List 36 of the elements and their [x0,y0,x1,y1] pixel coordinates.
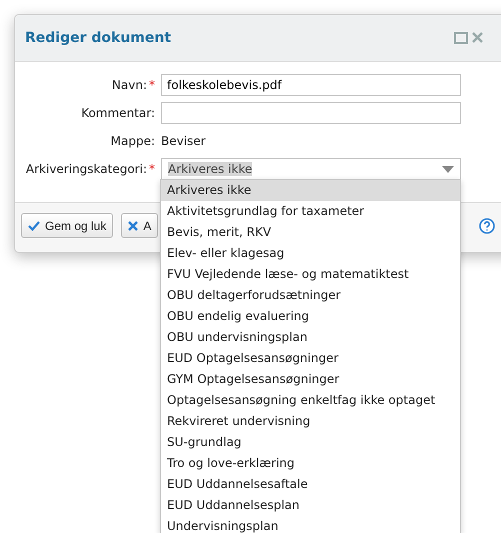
text-field[interactable]: folkeskolebevis.pdf [161,74,461,96]
close-icon[interactable] [472,32,483,43]
dropdown-option[interactable]: Optagelsesansøgning enkeltfag ikke optaget [161,390,460,411]
close-icon [128,220,138,230]
check-icon [28,220,40,230]
save-button[interactable]: Gem og luk [21,213,114,238]
dropdown-option[interactable]: EUD Uddannelsesaftale [161,474,460,495]
dropdown-option[interactable]: Arkiveres ikke [161,180,460,201]
dropdown-option[interactable]: EUD Uddannelsesplan [161,495,460,516]
dropdown-option[interactable]: SU-grundlag [161,432,460,453]
dropdown-option[interactable]: GYM Optagelsesansøgninger [161,369,460,390]
dropdown-option[interactable]: Aktivitetsgrundlag for taxameter [161,201,460,222]
field-value: Beviser [161,134,207,148]
dropdown-option[interactable]: Tro og love-erklæring [161,453,460,474]
field-label: Kommentar: [81,106,155,120]
dropdown-option[interactable]: Rekvireret undervisning [161,411,460,432]
dropdown-option[interactable]: Bevis, merit, RKV [161,222,460,243]
dropdown-option[interactable]: Undervisningsplan [161,516,460,533]
text-field[interactable] [161,102,461,124]
dropdown-option[interactable]: OBU undervisningsplan [161,327,460,348]
dropdown-option[interactable]: OBU endelig evaluering [161,306,460,327]
dropdown-option[interactable]: OBU deltagerforudsætninger [161,285,460,306]
dropdown-option[interactable]: EUD Optagelsesansøgninger [161,348,460,369]
selected-value: Arkiveres ikke [168,162,252,176]
field-label: Mappe: [110,134,155,148]
field-label: Arkiveringskategori: [26,162,147,176]
dialog-title: Rediger dokument [25,30,172,46]
dropdown-option[interactable]: FVU Vejledende læse- og matematiktest [161,264,460,285]
cancel-button[interactable]: A [121,213,158,238]
maximize-icon[interactable] [454,32,468,44]
dropdown-option[interactable]: Elev- eller klagesag [161,243,460,264]
help-icon[interactable] [479,218,495,234]
required-mark: * [149,78,155,92]
caret-icon [442,166,454,172]
field-label: Navn: [112,78,147,92]
required-mark: * [149,162,155,176]
